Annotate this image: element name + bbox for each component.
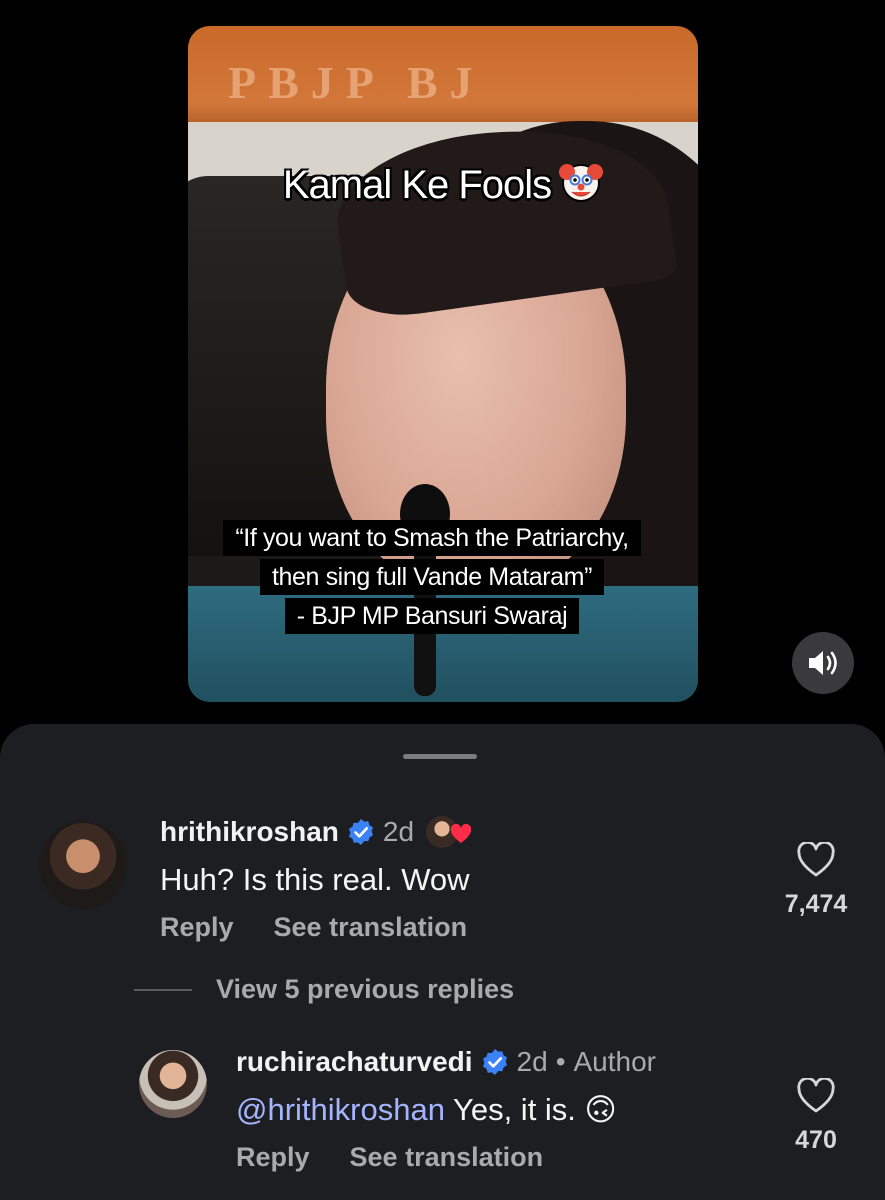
- quote-caption: “If you want to Smash the Patriarchy, th…: [222, 520, 642, 637]
- comment-like: 7,474: [771, 842, 861, 919]
- comment-header: hrithikroshan 2d: [160, 816, 472, 848]
- sheet-drag-handle[interactable]: [403, 754, 477, 759]
- avatar[interactable]: [139, 1050, 207, 1118]
- reply-username[interactable]: ruchirachaturvedi: [236, 1046, 473, 1078]
- reply-like: 470: [771, 1078, 861, 1155]
- video-title-overlay: Kamal Ke Fools: [188, 160, 698, 208]
- view-previous-replies[interactable]: View 5 previous replies: [134, 974, 514, 1005]
- like-count: 7,474: [784, 890, 848, 918]
- like-count: 470: [795, 1126, 837, 1154]
- caption-line: then sing full Vande Mataram”: [259, 559, 605, 595]
- separator-dot: •: [555, 1046, 566, 1077]
- comment-actions: Reply See translation: [160, 912, 467, 943]
- view-previous-replies-label: View 5 previous replies: [216, 974, 515, 1004]
- verified-badge-icon: [482, 1049, 507, 1075]
- reply-body: Yes, it is. 🙃: [444, 1092, 617, 1127]
- speaker-volume-icon: [809, 651, 837, 675]
- comment-age: 2d: [382, 816, 415, 847]
- author-liked-avatar: [426, 816, 472, 848]
- heart-outline-icon[interactable]: [796, 1078, 836, 1114]
- comment-text: Huh? Is this real. Wow: [160, 862, 470, 897]
- caption-line: - BJP MP Bansuri Swaraj: [284, 598, 580, 634]
- reply-text: @hrithikroshan Yes, it is. 🙃: [236, 1092, 617, 1128]
- comments-sheet: hrithikroshan 2d Huh? Is this real. Wow …: [0, 724, 885, 1200]
- reply-actions: Reply See translation: [236, 1142, 543, 1173]
- volume-button[interactable]: [792, 632, 854, 694]
- video-title-text: Kamal Ke Fools: [282, 163, 552, 207]
- reply-button[interactable]: Reply: [160, 912, 234, 943]
- see-translation-button[interactable]: See translation: [274, 912, 468, 943]
- heart-filled-icon: [451, 824, 472, 843]
- avatar[interactable]: [39, 821, 127, 909]
- reply-header: ruchirachaturvedi 2d • Author: [236, 1046, 656, 1078]
- author-badge: Author: [573, 1046, 657, 1077]
- comment-username[interactable]: hrithikroshan: [160, 816, 339, 848]
- reply-button[interactable]: Reply: [236, 1142, 310, 1173]
- caption-line: “If you want to Smash the Patriarchy,: [223, 520, 641, 556]
- verified-badge-icon: [348, 819, 373, 845]
- clown-face-icon: [559, 164, 604, 202]
- see-translation-button[interactable]: See translation: [350, 1142, 544, 1173]
- mention-link[interactable]: @hrithikroshan: [236, 1092, 445, 1127]
- reply-age: 2d: [516, 1046, 548, 1077]
- reel-video[interactable]: PBJP BJ Kamal Ke Fools “If you want to S…: [188, 26, 698, 702]
- party-banner: PBJP BJ: [188, 26, 698, 122]
- banner-text: PBJP BJ: [228, 57, 485, 108]
- heart-outline-icon[interactable]: [796, 842, 836, 878]
